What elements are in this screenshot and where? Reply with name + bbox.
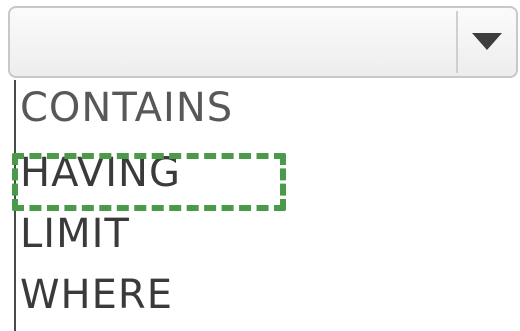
combo-box[interactable] xyxy=(8,6,518,78)
list-item-limit[interactable]: LIMIT xyxy=(16,204,520,265)
dropdown-list[interactable]: CONTAINS HAVING LIMIT WHERE xyxy=(14,80,520,331)
list-item-having[interactable]: HAVING xyxy=(16,143,520,204)
list-item-contains[interactable]: CONTAINS xyxy=(16,80,520,143)
dropdown-stage: CONTAINS HAVING LIMIT WHERE xyxy=(0,0,520,331)
triangle-down-icon xyxy=(472,33,502,50)
list-item-where[interactable]: WHERE xyxy=(16,265,520,326)
dropdown-toggle-button[interactable] xyxy=(458,8,516,76)
